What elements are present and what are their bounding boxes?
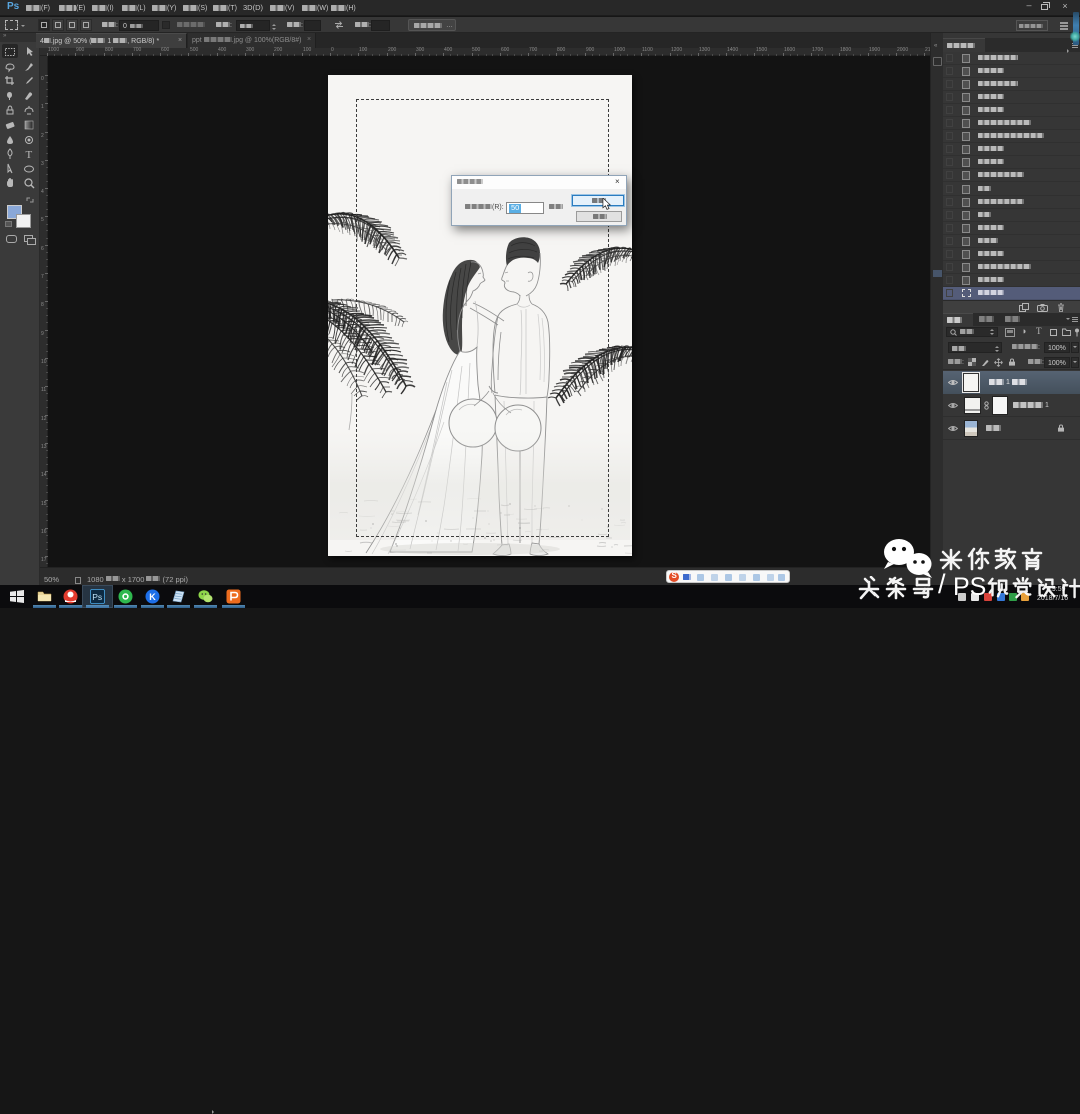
- svg-text:T: T: [26, 149, 33, 160]
- svg-text:Ps: Ps: [92, 592, 102, 602]
- svg-text:K: K: [149, 592, 156, 602]
